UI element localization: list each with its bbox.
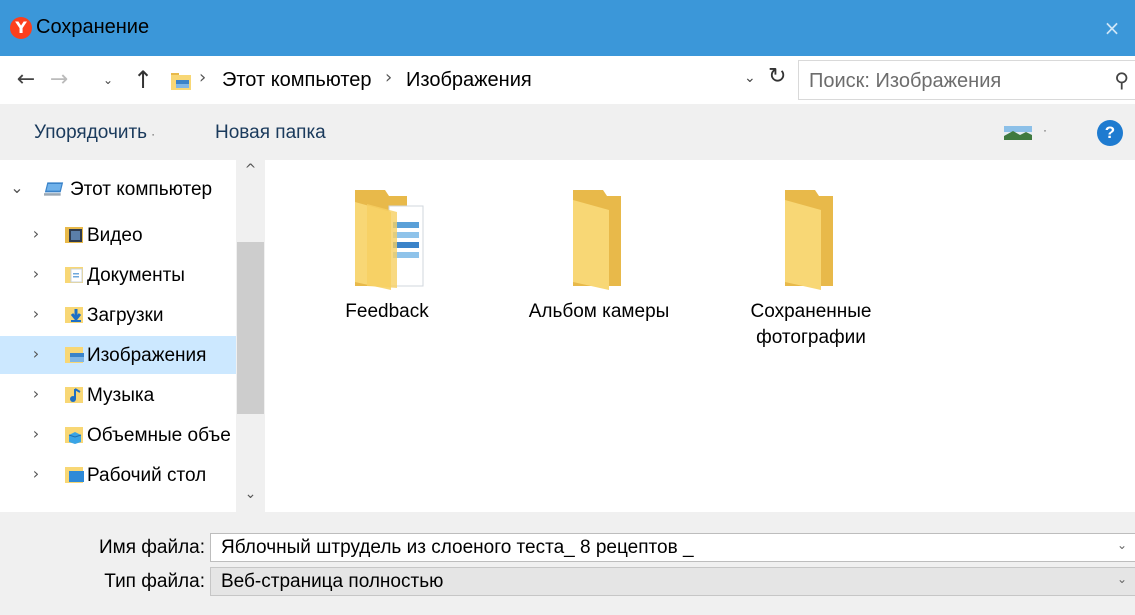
chevron-right-icon[interactable]: › <box>27 224 45 243</box>
nav-item-label: Загрузки <box>87 305 164 326</box>
downloads-folder-icon <box>65 307 83 323</box>
address-dropdown-button[interactable]: ⌄ <box>744 70 756 86</box>
new-folder-button[interactable]: Новая папка <box>215 122 326 144</box>
folder-label: Сохраненные фотографии <box>750 301 872 348</box>
nav-item-label: Изображения <box>87 345 207 366</box>
recent-locations-button[interactable]: ⌄ <box>96 62 120 98</box>
pictures-folder-icon <box>65 347 84 363</box>
folder-icon <box>785 190 833 290</box>
chevron-right-icon[interactable]: › <box>27 424 45 443</box>
filename-label: Имя файла: <box>98 537 205 558</box>
refresh-button[interactable]: ↻ <box>768 64 786 89</box>
filename-value: Яблочный штрудель из слоеного теста_ 8 р… <box>221 537 694 558</box>
help-icon: ? <box>1104 123 1116 142</box>
search-placeholder: Поиск: Изображения <box>809 70 1002 92</box>
breadcrumb-separator-icon[interactable]: › <box>385 67 392 88</box>
nav-item-documents[interactable]: › Документы <box>0 256 236 294</box>
nav-item-downloads[interactable]: › Загрузки <box>0 296 236 334</box>
music-folder-icon <box>65 387 83 403</box>
breadcrumb-this-pc[interactable]: Этот компьютер <box>222 69 372 92</box>
folder-icon <box>573 190 621 290</box>
forward-button[interactable]: → <box>44 62 74 98</box>
yandex-browser-icon: Y <box>10 17 32 39</box>
chevron-down-icon: ⌄ <box>102 73 114 87</box>
close-button[interactable]: × <box>1089 0 1135 56</box>
nav-item-label: Видео <box>87 225 143 246</box>
back-button[interactable]: ← <box>10 62 42 98</box>
command-toolbar: Упорядочить · Новая папка · ? <box>0 104 1135 160</box>
chevron-right-icon[interactable]: › <box>27 304 45 323</box>
chevron-right-icon[interactable]: › <box>27 464 45 483</box>
arrow-up-icon: ↑ <box>132 66 154 94</box>
arrow-right-icon: → <box>49 67 69 92</box>
nav-scrollbar[interactable]: ^ ⌄ <box>236 160 265 512</box>
breadcrumb-pictures[interactable]: Изображения <box>406 69 532 92</box>
chevron-right-icon[interactable]: › <box>27 384 45 403</box>
organize-label: Упорядочить <box>34 122 148 143</box>
chevron-down-icon[interactable]: ⌄ <box>8 178 26 197</box>
organize-button[interactable]: Упорядочить · <box>34 122 155 144</box>
nav-item-3d-objects[interactable]: › Объемные объе <box>0 416 236 454</box>
save-options-panel: Имя файла: Яблочный штрудель из слоеного… <box>0 512 1135 615</box>
chevron-down-icon[interactable]: ⌄ <box>1117 538 1127 552</box>
nav-item-desktop[interactable]: › Рабочий стол <box>0 456 236 494</box>
title-bar: Y Сохранение × <box>0 0 1135 56</box>
computer-icon <box>44 182 64 196</box>
arrow-left-icon: ← <box>16 67 36 92</box>
folder-label: Альбом камеры <box>528 301 670 322</box>
folder-label: Feedback <box>345 301 429 322</box>
close-icon: × <box>1103 16 1121 40</box>
chevron-down-icon[interactable]: ⌄ <box>1117 572 1127 586</box>
refresh-icon: ↻ <box>768 64 787 89</box>
nav-item-label: Документы <box>87 265 185 286</box>
chevron-right-icon[interactable]: › <box>27 344 45 363</box>
search-input[interactable]: Поиск: Изображения ⚲ <box>798 60 1135 100</box>
3d-objects-folder-icon <box>65 427 83 444</box>
scroll-thumb[interactable] <box>237 242 264 414</box>
desktop-folder-icon <box>65 467 84 483</box>
dropdown-arrow-icon: · <box>151 127 156 141</box>
scroll-up-icon[interactable]: ^ <box>236 162 265 178</box>
search-icon[interactable]: ⚲ <box>1114 68 1129 92</box>
filetype-value: Веб-страница полностью <box>221 571 444 592</box>
breadcrumb-separator-icon: › <box>199 67 207 88</box>
navigation-pane: ⌄ Этот компьютер › Видео › Документы › З… <box>0 160 265 512</box>
up-button[interactable]: ↑ <box>128 62 158 98</box>
nav-item-this-pc[interactable]: ⌄ Этот компьютер <box>0 170 236 208</box>
nav-item-label: Объемные объе <box>87 425 231 446</box>
nav-item-music[interactable]: › Музыка <box>0 376 236 414</box>
nav-item-label: Этот компьютер <box>70 179 213 200</box>
chevron-down-icon: ⌄ <box>744 70 756 86</box>
chevron-right-icon[interactable]: › <box>27 264 45 283</box>
address-row: ← → ⌄ ↑ › Этот компьютер › Изображения ⌄… <box>0 56 1135 104</box>
filename-input[interactable]: Яблочный штрудель из слоеного теста_ 8 р… <box>210 533 1135 562</box>
help-button[interactable]: ? <box>1097 120 1123 146</box>
nav-item-label: Рабочий стол <box>87 465 207 486</box>
filetype-select[interactable]: Веб-страница полностью ⌄ <box>210 567 1135 596</box>
view-dropdown-arrow-icon[interactable]: · <box>1043 123 1047 137</box>
nav-item-label: Музыка <box>87 385 155 406</box>
feedback-folder-icon <box>355 190 424 290</box>
filetype-label: Тип файла: <box>104 571 205 592</box>
video-folder-icon <box>65 227 83 243</box>
nav-item-video[interactable]: › Видео <box>0 216 236 254</box>
nav-item-pictures[interactable]: › Изображения <box>0 336 236 374</box>
window-title: Сохранение <box>36 16 150 38</box>
file-list: Feedback Альбом камеры Сохраненные фотог… <box>265 160 1135 512</box>
documents-folder-icon <box>65 267 83 283</box>
pictures-folder-icon <box>171 73 191 90</box>
scroll-down-icon[interactable]: ⌄ <box>236 486 265 502</box>
view-options-icon[interactable] <box>1004 126 1032 140</box>
